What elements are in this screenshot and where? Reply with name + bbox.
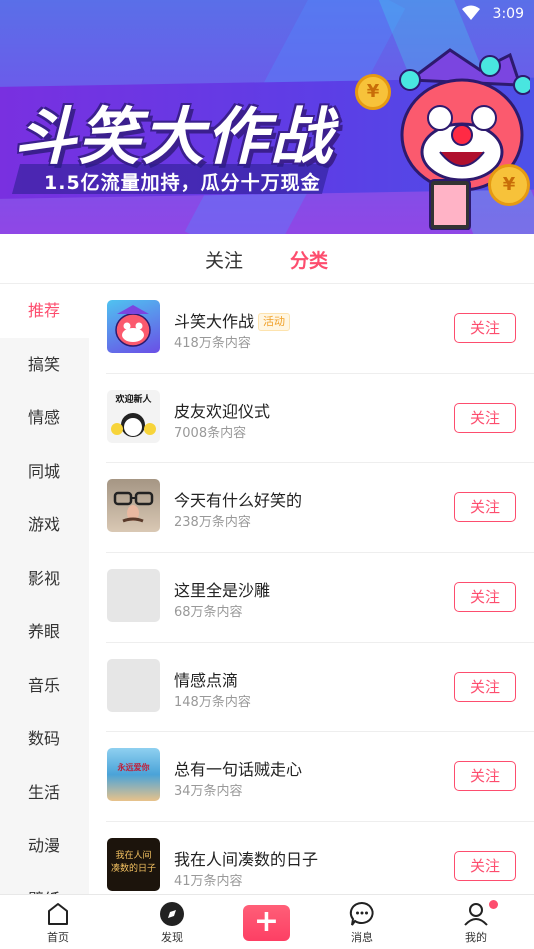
follow-button[interactable]: 关注 — [454, 761, 516, 792]
nav-home[interactable]: 首页 — [28, 901, 88, 945]
topic-count: 41万条内容 — [174, 874, 243, 890]
topic-count: 7008条内容 — [174, 425, 247, 441]
thumb-caption: 我在人间 凑数的日子 — [110, 851, 156, 875]
topic-title: 斗笑大作战 活动 — [174, 308, 291, 332]
topic-count: 34万条内容 — [174, 784, 243, 800]
topic-title: 今天有什么好笑的 — [174, 491, 303, 511]
cartoon-face-icon — [111, 412, 156, 437]
sidebar-item-wallpaper[interactable]: 壁纸 — [0, 873, 89, 895]
list-item[interactable]: 永远爱你 总有一句话贼走心 34万条内容 关注 — [106, 732, 534, 823]
topic-title: 情感点滴 — [174, 670, 239, 690]
list-item[interactable]: 情感点滴 148万条内容 关注 — [106, 643, 534, 733]
follow-button[interactable]: 关注 — [454, 582, 516, 613]
notification-dot — [489, 900, 498, 909]
topic-list: 斗笑大作战 活动 418万条内容 关注 欢迎新人 皮友欢迎仪式 7008条内容 关… — [106, 284, 534, 894]
topic-count: 418万条内容 — [174, 336, 251, 351]
event-badge: 活动 — [258, 313, 291, 331]
sidebar-item-recommend[interactable]: 推荐 — [0, 284, 89, 338]
thumb-caption: 永远爱你 — [117, 763, 150, 773]
follow-button[interactable]: 关注 — [454, 671, 516, 702]
topic-title: 皮友欢迎仪式 — [174, 401, 271, 421]
tab-category[interactable]: 分类 — [290, 246, 328, 273]
user-icon — [464, 903, 488, 926]
banner-title: 斗笑大作战 — [14, 100, 335, 173]
topic-title: 这里全是沙雕 — [174, 581, 271, 601]
add-post-button[interactable]: + — [243, 905, 290, 941]
coin-icon: ¥ — [488, 164, 530, 206]
sidebar-item-music[interactable]: 音乐 — [0, 659, 89, 713]
tab-follow[interactable]: 关注 — [205, 246, 243, 273]
banner-subtitle: 1.5亿流量加持，瓜分十万现金 — [44, 172, 321, 194]
topic-count: 68万条内容 — [174, 605, 243, 621]
sidebar-item-movies[interactable]: 影视 — [0, 552, 89, 606]
bottom-nav: 首页 发现 + 消息 我的 — [0, 894, 534, 949]
list-item[interactable]: 这里全是沙雕 68万条内容 关注 — [106, 553, 534, 643]
topic-thumbnail — [107, 479, 160, 533]
wifi-icon — [462, 5, 480, 20]
category-sidebar: 推荐 搞笑 情感 同城 游戏 影视 养眼 音乐 数码 生活 动漫 壁纸 — [0, 284, 89, 894]
topic-thumbnail: 欢迎新人 — [107, 389, 160, 443]
thumb-caption: 欢迎新人 — [115, 394, 152, 405]
follow-button[interactable]: 关注 — [454, 851, 516, 882]
nav-messages-label: 消息 — [351, 931, 373, 944]
topic-title: 我在人间凑数的日子 — [174, 850, 319, 870]
follow-button[interactable]: 关注 — [454, 492, 516, 523]
list-item[interactable]: 欢迎新人 皮友欢迎仪式 7008条内容 关注 — [106, 374, 534, 464]
sidebar-item-local[interactable]: 同城 — [0, 445, 89, 499]
topic-count: 238万条内容 — [174, 515, 251, 531]
follow-button[interactable]: 关注 — [454, 402, 516, 433]
topic-title: 总有一句话贼走心 — [174, 760, 303, 780]
promo-banner[interactable]: 斗笑大作战 1.5亿流量加持，瓜分十万现金 ¥ ¥ 3:09 — [0, 0, 534, 234]
nav-discover-label: 发现 — [161, 931, 183, 944]
topic-thumbnail: 永远爱你 — [107, 748, 160, 802]
sidebar-item-life[interactable]: 生活 — [0, 766, 89, 820]
topic-thumbnail — [107, 658, 160, 712]
home-icon — [48, 903, 68, 925]
compass-icon — [160, 902, 184, 926]
top-tabs: 关注 分类 — [0, 234, 534, 284]
sidebar-item-digital[interactable]: 数码 — [0, 712, 89, 766]
topic-count: 148万条内容 — [174, 694, 251, 710]
nav-discover[interactable]: 发现 — [142, 901, 202, 945]
chat-bubble-icon — [349, 901, 374, 926]
sidebar-item-anime[interactable]: 动漫 — [0, 819, 89, 873]
coin-icon: ¥ — [355, 74, 391, 110]
follow-button[interactable]: 关注 — [454, 313, 516, 343]
nav-messages[interactable]: 消息 — [332, 901, 392, 945]
list-item[interactable]: 斗笑大作战 活动 418万条内容 关注 — [106, 284, 534, 374]
nav-mine-label: 我的 — [465, 931, 487, 944]
sidebar-item-funny[interactable]: 搞笑 — [0, 338, 89, 392]
glasses-face-icon — [113, 492, 154, 523]
status-time: 3:09 — [492, 6, 524, 22]
nav-mine[interactable]: 我的 — [446, 901, 506, 945]
nav-home-label: 首页 — [47, 931, 69, 944]
topic-thumbnail: 我在人间 凑数的日子 — [107, 838, 160, 892]
topic-thumbnail — [107, 300, 160, 353]
topic-thumbnail — [107, 569, 160, 623]
list-item[interactable]: 今天有什么好笑的 238万条内容 关注 — [106, 463, 534, 554]
sidebar-item-eye-candy[interactable]: 养眼 — [0, 605, 89, 659]
clown-avatar-icon — [115, 305, 151, 347]
sidebar-item-games[interactable]: 游戏 — [0, 498, 89, 552]
sidebar-item-emotion[interactable]: 情感 — [0, 391, 89, 445]
list-item[interactable]: 我在人间 凑数的日子 我在人间凑数的日子 41万条内容 关注 — [106, 822, 534, 894]
